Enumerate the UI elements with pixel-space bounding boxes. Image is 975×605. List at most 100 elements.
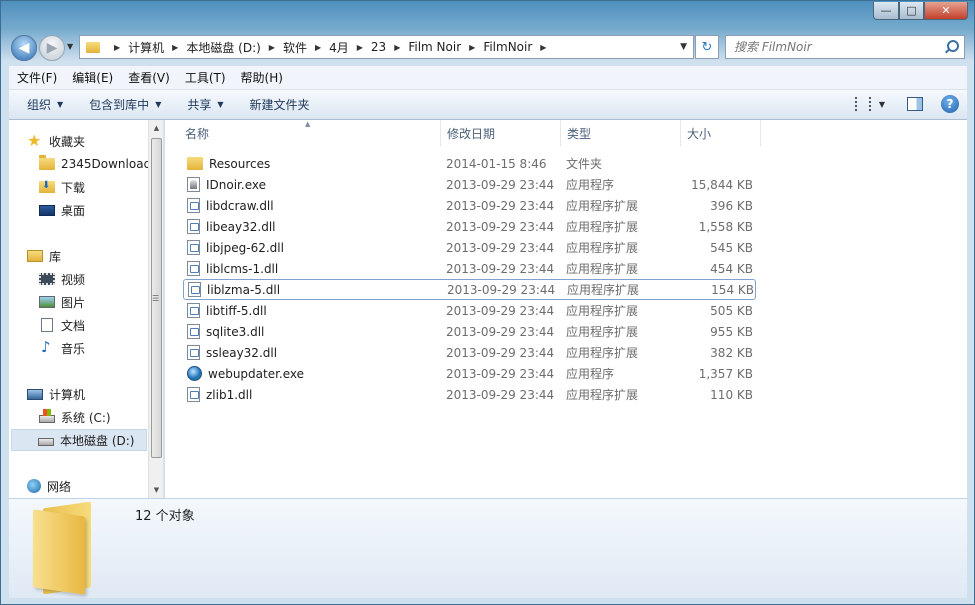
refresh-button[interactable]: ↻ bbox=[695, 35, 719, 59]
organize-button[interactable]: 组织 ▼ bbox=[27, 96, 63, 113]
star-icon bbox=[27, 131, 43, 150]
view-dropdown-icon[interactable]: ▼ bbox=[879, 100, 885, 109]
back-button[interactable]: ◀ bbox=[11, 35, 37, 61]
crumb-software[interactable]: 软件 bbox=[283, 39, 307, 56]
nav-item-documents[interactable]: 文档 bbox=[39, 314, 85, 336]
nav-item-label: 图片 bbox=[61, 295, 86, 310]
menu-help[interactable]: 帮助(H) bbox=[241, 69, 283, 86]
crumb-computer[interactable]: 计算机 bbox=[128, 39, 164, 56]
file-size: 505 KB bbox=[710, 303, 753, 318]
nav-item-label: 音乐 bbox=[61, 341, 86, 356]
include-library-label: 包含到库中 bbox=[89, 98, 150, 112]
minimize-button[interactable]: — bbox=[873, 2, 899, 20]
menu-edit[interactable]: 编辑(E) bbox=[72, 69, 113, 86]
column-name[interactable]: 名称 bbox=[179, 120, 441, 146]
change-view-icon[interactable] bbox=[854, 97, 871, 111]
file-type: 应用程序扩展 bbox=[566, 262, 639, 276]
preview-pane-icon[interactable] bbox=[907, 97, 923, 111]
file-row[interactable]: ssleay32.dll 2013-09-29 23:44 应用程序扩展 382 KB bbox=[183, 342, 756, 363]
file-row[interactable]: sqlite3.dll 2013-09-29 23:44 应用程序扩展 955 KB bbox=[183, 321, 756, 342]
nav-network[interactable]: 网络 bbox=[27, 475, 71, 497]
file-row[interactable]: libdcraw.dll 2013-09-29 23:44 应用程序扩展 396 KB bbox=[183, 195, 756, 216]
object-count: 12 个对象 bbox=[135, 509, 195, 524]
file-row[interactable]: IDnoir.exe 2013-09-29 23:44 应用程序 15,844 KB bbox=[183, 174, 756, 195]
share-button[interactable]: 共享 ▼ bbox=[187, 96, 223, 113]
file-row[interactable]: libjpeg-62.dll 2013-09-29 23:44 应用程序扩展 545 … bbox=[183, 237, 756, 258]
nav-item-pictures[interactable]: 图片 bbox=[39, 291, 85, 313]
file-row[interactable]: liblzma-5.dll 2013-09-29 23:44 应用程序扩展 154 K… bbox=[183, 279, 756, 300]
chevron-right-icon[interactable]: ▶ bbox=[357, 43, 363, 52]
menu-file[interactable]: 文件(F) bbox=[17, 69, 57, 86]
search-icon[interactable] bbox=[944, 40, 959, 54]
crumb-23[interactable]: 23 bbox=[371, 40, 386, 54]
file-name: libdcraw.dll bbox=[206, 198, 274, 213]
chevron-right-icon[interactable]: ▶ bbox=[315, 43, 321, 52]
file-name-cell: libjpeg-62.dll bbox=[183, 240, 284, 255]
file-size: 545 KB bbox=[710, 240, 753, 255]
nav-drive-d[interactable]: 本地磁盘 (D:) bbox=[11, 429, 147, 451]
menu-tools[interactable]: 工具(T) bbox=[185, 69, 226, 86]
column-name-label: 名称 bbox=[185, 126, 210, 141]
nav-favorites[interactable]: 收藏夹 bbox=[27, 130, 85, 152]
file-size: 396 KB bbox=[710, 198, 753, 213]
nav-libraries[interactable]: 库 bbox=[27, 245, 61, 267]
help-icon[interactable]: ? bbox=[941, 95, 959, 113]
file-row[interactable]: webupdater.exe 2013-09-29 23:44 应用程序 1,357 … bbox=[183, 363, 756, 384]
close-button[interactable]: ✕ bbox=[924, 2, 968, 20]
chevron-right-icon[interactable]: ▶ bbox=[269, 43, 275, 52]
nav-item-music[interactable]: 音乐 bbox=[39, 337, 85, 359]
nav-item-2345downloads[interactable]: 2345Downloads bbox=[39, 153, 157, 175]
column-date[interactable]: 修改日期 bbox=[441, 120, 561, 146]
nav-item-label: 文档 bbox=[61, 318, 86, 333]
maximize-button[interactable]: □ bbox=[899, 2, 924, 20]
new-folder-button[interactable]: 新建文件夹 bbox=[250, 96, 310, 113]
file-date: 2013-09-29 23:44 bbox=[446, 387, 555, 402]
nav-item-downloads[interactable]: 下载 bbox=[39, 176, 85, 198]
file-size: 1,558 KB bbox=[698, 219, 753, 234]
crumb-film-noir[interactable]: Film Noir bbox=[408, 40, 461, 54]
forward-button[interactable]: ▶ bbox=[39, 35, 65, 61]
nav-item-label: 系统 (C:) bbox=[61, 410, 111, 425]
file-name: libeay32.dll bbox=[206, 219, 276, 234]
nav-item-desktop[interactable]: 桌面 bbox=[39, 199, 85, 221]
picture-icon bbox=[39, 296, 55, 308]
search-input[interactable] bbox=[734, 40, 939, 54]
chevron-right-icon[interactable]: ▶ bbox=[394, 43, 400, 52]
file-type: 应用程序扩展 bbox=[566, 388, 639, 402]
dll-file-icon bbox=[187, 198, 200, 213]
file-date: 2013-09-29 23:44 bbox=[446, 324, 555, 339]
nav-item-videos[interactable]: 视频 bbox=[39, 268, 85, 290]
column-header: ▲ 名称 修改日期 类型 大小 bbox=[165, 120, 967, 146]
file-name-cell: IDnoir.exe bbox=[183, 177, 266, 192]
nav-scrollbar[interactable]: ▲ ☰ ▼ bbox=[148, 120, 163, 498]
nav-drive-c[interactable]: 系统 (C:) bbox=[39, 406, 111, 428]
file-row[interactable]: Resources 2014-01-15 8:46 文件夹 bbox=[183, 153, 756, 174]
refresh-icon: ↻ bbox=[701, 39, 713, 55]
include-in-library-button[interactable]: 包含到库中 ▼ bbox=[89, 96, 161, 113]
nav-computer[interactable]: 计算机 bbox=[27, 383, 85, 405]
organize-label: 组织 bbox=[27, 98, 52, 112]
file-row[interactable]: liblcms-1.dll 2013-09-29 23:44 应用程序扩展 454 K… bbox=[183, 258, 756, 279]
address-bar[interactable]: ▶ 计算机 ▶ 本地磁盘 (D:) ▶ 软件 ▶ 4月 ▶ 23 ▶ Film … bbox=[79, 35, 694, 59]
file-name: zlib1.dll bbox=[206, 387, 253, 402]
file-type: 应用程序扩展 bbox=[566, 241, 639, 255]
menu-view[interactable]: 查看(V) bbox=[128, 69, 170, 86]
chevron-right-icon[interactable]: ▶ bbox=[172, 43, 178, 52]
crumb-filmnoir[interactable]: FilmNoir bbox=[483, 40, 532, 54]
file-row[interactable]: zlib1.dll 2013-09-29 23:44 应用程序扩展 110 KB bbox=[183, 384, 756, 405]
chevron-right-icon[interactable]: ▶ bbox=[540, 43, 546, 52]
recent-pages-dropdown[interactable]: ▼ bbox=[67, 42, 73, 51]
scroll-down-icon[interactable]: ▼ bbox=[149, 482, 163, 498]
crumb-drive-d[interactable]: 本地磁盘 (D:) bbox=[186, 39, 260, 56]
chevron-right-icon[interactable]: ▶ bbox=[469, 43, 475, 52]
column-size[interactable]: 大小 bbox=[681, 120, 761, 146]
file-row[interactable]: libeay32.dll 2013-09-29 23:44 应用程序扩展 1,558 … bbox=[183, 216, 756, 237]
address-dropdown-icon[interactable]: ▼ bbox=[680, 42, 687, 52]
column-type[interactable]: 类型 bbox=[561, 120, 681, 146]
scroll-up-icon[interactable]: ▲ bbox=[149, 120, 163, 136]
file-row[interactable]: libtiff-5.dll 2013-09-29 23:44 应用程序扩展 505 K… bbox=[183, 300, 756, 321]
globe-app-icon bbox=[187, 366, 202, 381]
chevron-right-icon[interactable]: ▶ bbox=[114, 43, 120, 52]
crumb-april[interactable]: 4月 bbox=[329, 39, 349, 56]
column-date-label: 修改日期 bbox=[447, 126, 496, 141]
